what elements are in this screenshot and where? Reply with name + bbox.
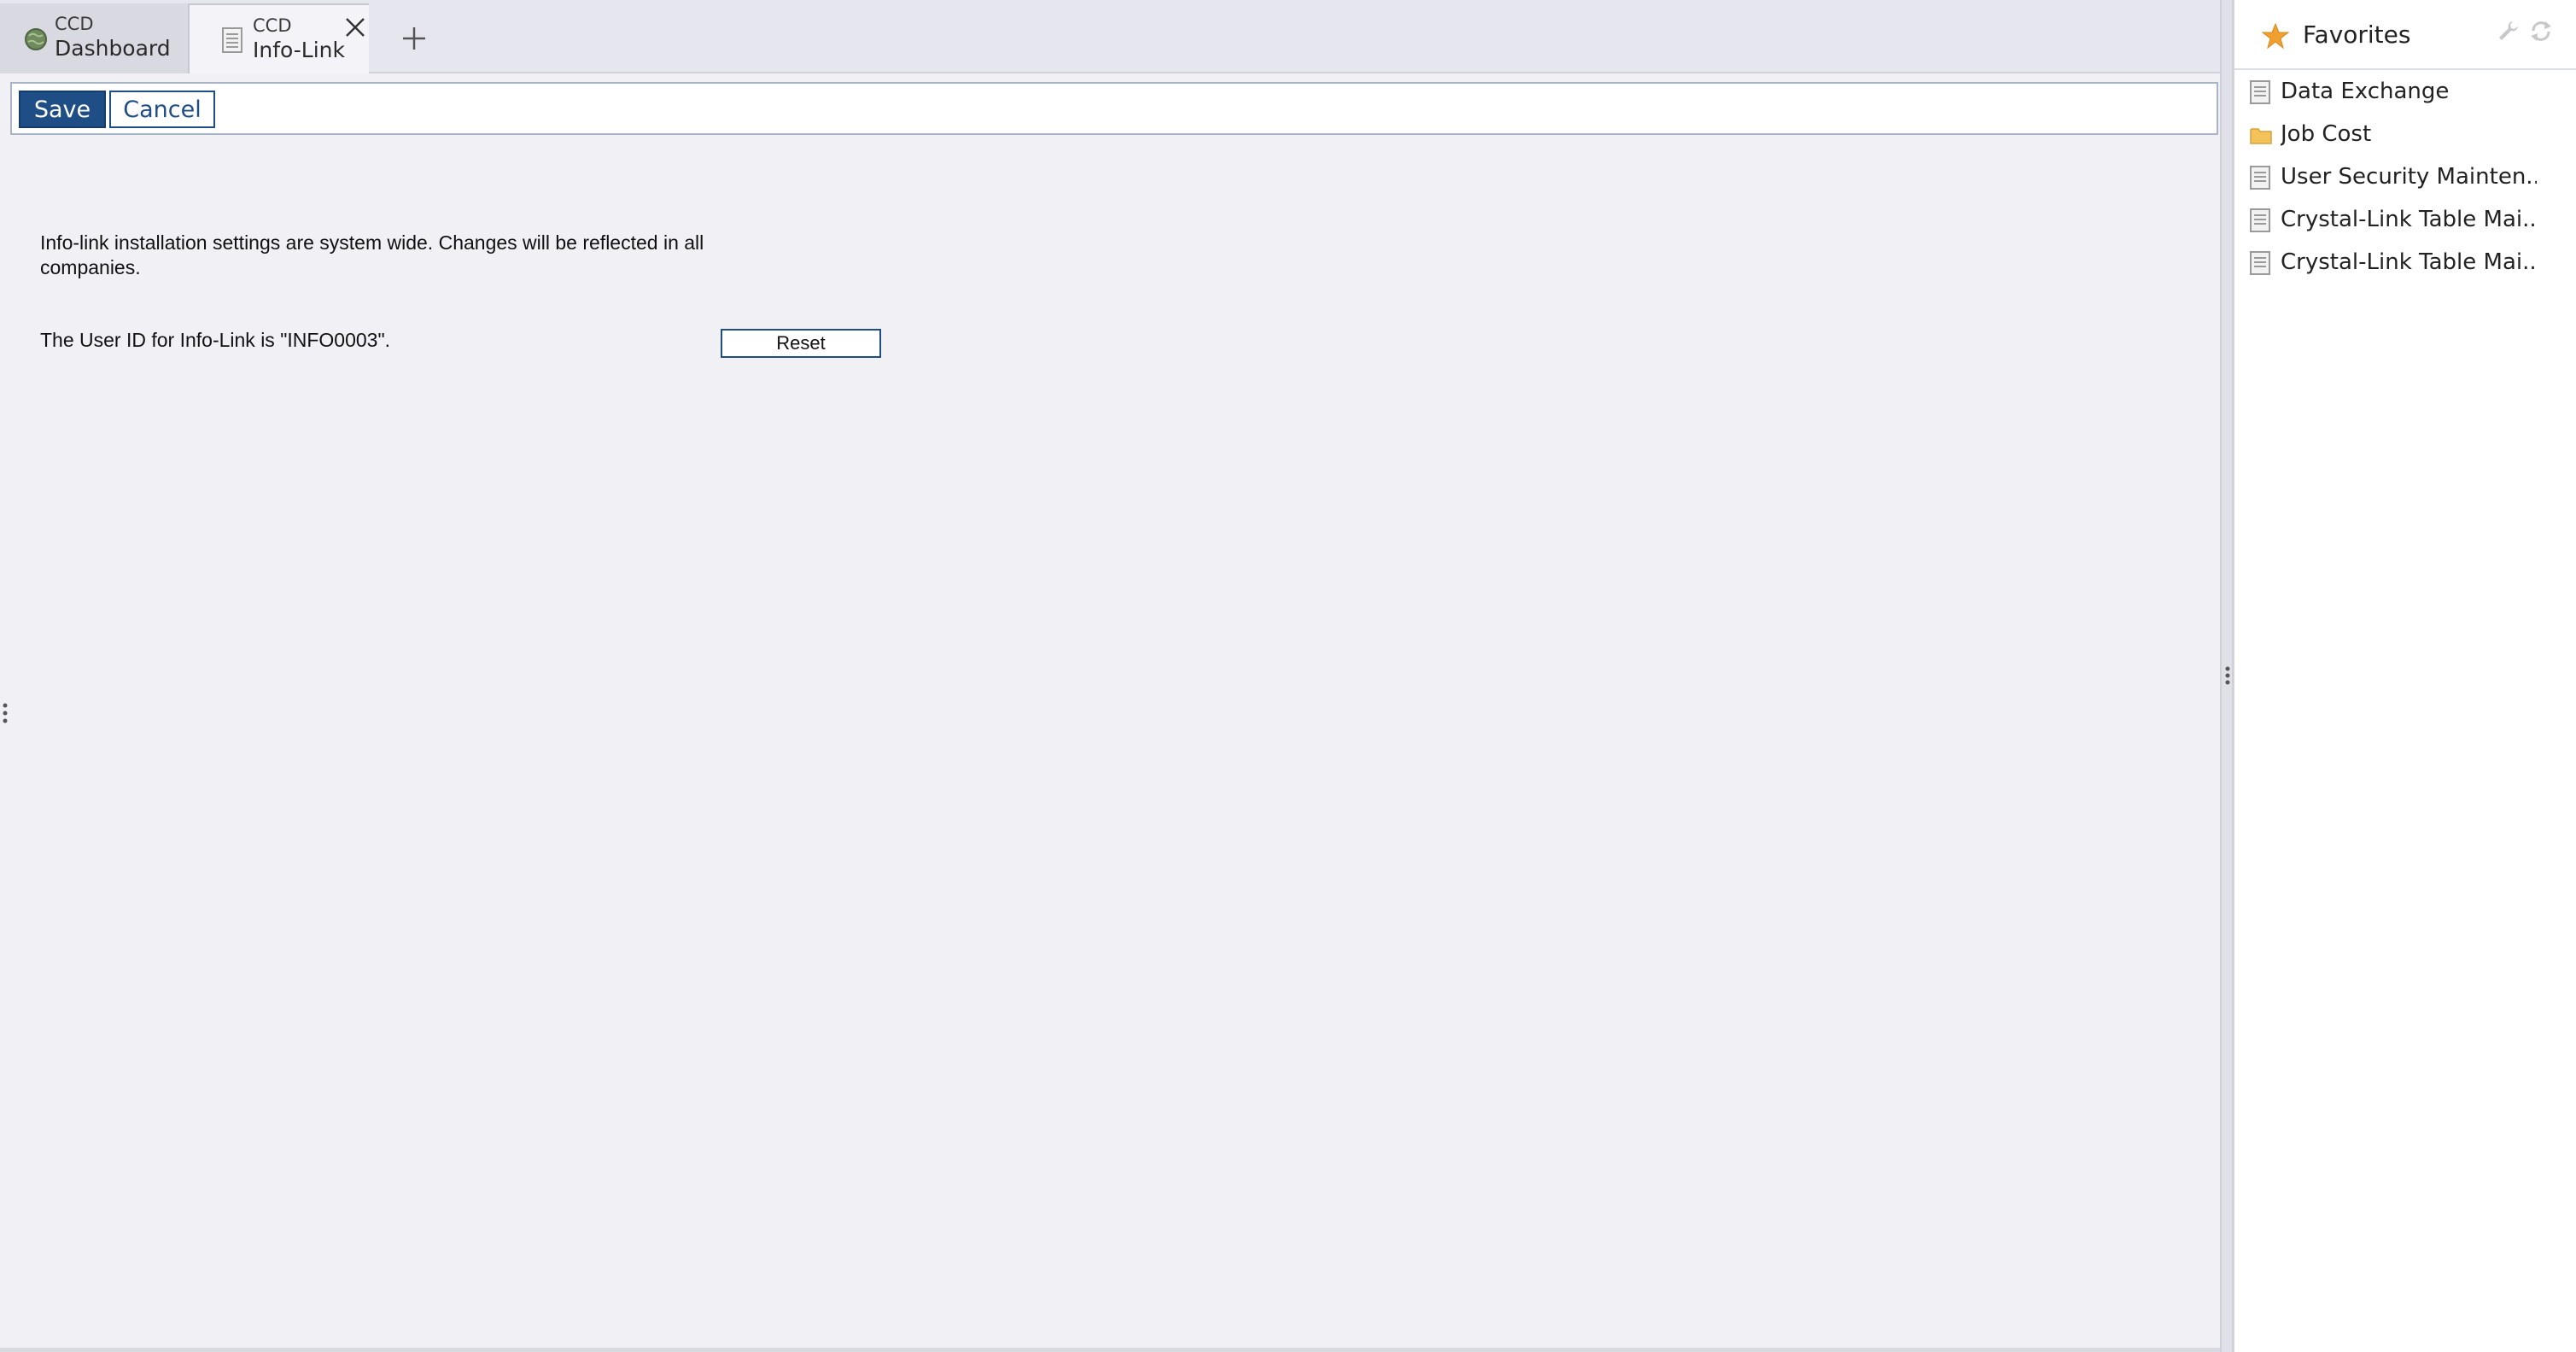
tab-label: Dashboard [55,36,171,61]
cancel-button[interactable]: Cancel [109,91,215,128]
favorite-item-label: Data Exchange [2281,79,2450,104]
left-resize-grip-icon[interactable] [2,700,9,726]
toolbar: Save Cancel [10,82,2218,135]
splitter-grip-icon [2225,664,2230,687]
tab-sub-label: CCD [55,14,94,34]
globe-icon [24,27,48,55]
tab-label: Info-Link [253,38,345,62]
save-button[interactable]: Save [19,91,106,128]
main-pane: CCD Dashboard CCD Info-Link Save Cancel … [0,0,2228,1352]
reset-button[interactable]: Reset [721,329,881,358]
info-message: Info-link installation settings are syst… [40,231,704,278]
add-tab-icon[interactable] [400,24,429,53]
close-icon[interactable] [343,15,367,39]
favorite-item-label: Job Cost [2281,121,2372,147]
panel-splitter[interactable] [2220,0,2234,1352]
favorite-item[interactable]: Crystal-Link Table Mai... [2234,243,2576,285]
favorite-item-label: Crystal-Link Table Mai... [2281,207,2537,232]
star-icon [2261,22,2290,50]
document-icon [2250,80,2272,104]
favorites-divider [2234,68,2576,70]
favorites-panel: Favorites Data Exchange Job Cost User Se… [2234,0,2576,1352]
document-icon [2250,166,2272,190]
favorite-item-label: Crystal-Link Table Mai... [2281,249,2537,275]
bottom-border [0,1348,2228,1352]
tab-strip: CCD Dashboard CCD Info-Link [0,0,2228,73]
user-id-message: The User ID for Info-Link is "INFO0003". [40,329,391,351]
tab-sub-label: CCD [253,15,292,36]
favorite-item[interactable]: Job Cost [2234,114,2576,157]
favorites-title: Favorites [2303,20,2411,49]
refresh-icon[interactable] [2528,19,2554,43]
favorite-item-label: User Security Mainten... [2281,164,2537,190]
tab-dashboard[interactable]: CCD Dashboard [0,3,190,73]
favorites-header: Favorites [2234,0,2576,68]
favorite-item[interactable]: User Security Mainten... [2234,157,2576,200]
tab-info-link[interactable]: CCD Info-Link [190,3,369,73]
content-area: Info-link installation settings are syst… [10,137,2218,1343]
favorite-item[interactable]: Crystal-Link Table Mai... [2234,200,2576,243]
document-icon [2250,208,2272,232]
document-icon [2250,251,2272,275]
document-icon [222,27,242,56]
wrench-icon[interactable] [2496,19,2520,43]
favorite-item[interactable]: Data Exchange [2234,72,2576,114]
folder-icon [2250,123,2272,147]
favorites-list: Data Exchange Job Cost User Security Mai… [2234,72,2576,285]
